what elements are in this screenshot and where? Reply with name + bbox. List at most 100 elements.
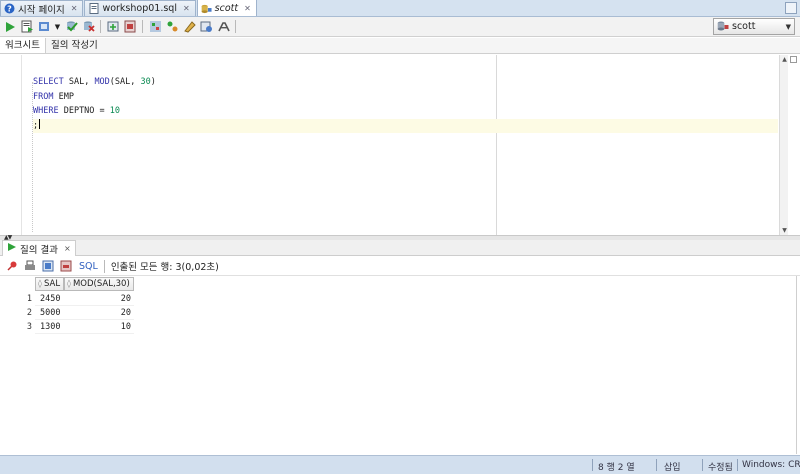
format-sql-icon[interactable] xyxy=(199,20,213,34)
scroll-up-icon[interactable]: ▲ xyxy=(780,55,789,64)
close-icon[interactable]: ✕ xyxy=(71,4,78,13)
sql-keyword: SELECT xyxy=(33,77,64,87)
fetch-status: 인출된 모든 행: 3(0,02초) xyxy=(110,262,219,273)
commit-icon[interactable] xyxy=(64,20,78,34)
grid-header: ◊ SAL ◊ MOD(SAL,30) xyxy=(35,277,134,291)
cell-mod[interactable]: 10 xyxy=(64,320,134,334)
sql-refresh-icon[interactable] xyxy=(59,259,73,273)
code-line[interactable]: FROM EMP xyxy=(33,90,778,105)
status-bar: 8 행 2 열 삽입 수정됨 Windows: CR xyxy=(0,455,800,474)
document-tab-bar: ? 시작 페이지 ✕ workshop01.sql ✕ scott ✕ xyxy=(0,0,800,17)
close-icon[interactable]: ✕ xyxy=(244,4,251,13)
close-icon[interactable]: × xyxy=(64,244,71,253)
cell-sal[interactable]: 1300 xyxy=(35,320,64,334)
rollback-icon[interactable] xyxy=(81,20,95,34)
connection-selector[interactable]: scott ▼ xyxy=(713,18,795,35)
svg-text:?: ? xyxy=(7,4,12,13)
tab-query-result[interactable]: 질의 결과 × xyxy=(2,240,76,256)
help-icon: ? xyxy=(4,3,15,14)
code-line[interactable]: WHERE DEPTNO = 10 xyxy=(33,104,778,119)
status-separator xyxy=(737,459,738,471)
text-caret xyxy=(39,118,41,129)
row-number: 1 xyxy=(26,294,32,304)
row-number: 3 xyxy=(26,322,32,332)
results-tab-bar: 질의 결과 × xyxy=(0,240,800,256)
db-connection-icon xyxy=(717,20,729,34)
scroll-down-icon[interactable]: ▼ xyxy=(780,226,789,235)
find-icon[interactable] xyxy=(216,20,230,34)
tab-scott-label: scott xyxy=(214,2,239,14)
autotrace-icon[interactable] xyxy=(37,20,51,34)
sql-keyword: WHERE xyxy=(33,106,59,116)
tab-workshop01-sql[interactable]: workshop01.sql ✕ xyxy=(84,0,196,16)
editor-vertical-scrollbar[interactable]: ▲ ▼ xyxy=(779,55,788,235)
column-header-label: MOD(SAL,30) xyxy=(72,279,130,289)
modified-indicator: 수정됨 xyxy=(708,463,733,473)
sql-text: DEPTNO = xyxy=(58,106,110,116)
column-header-mod[interactable]: ◊ MOD(SAL,30) xyxy=(64,277,134,291)
pin-icon[interactable] xyxy=(5,259,19,273)
tab-worksheet[interactable]: 워크시트 xyxy=(0,38,46,53)
chevron-down-icon: ▼ xyxy=(785,22,791,31)
explain-plan-icon[interactable] xyxy=(148,20,162,34)
tab-start-page-label: 시작 페이지 xyxy=(18,4,65,16)
sql-text: ) xyxy=(150,77,156,87)
worksheet-subtabs: 워크시트 질의 작성기 xyxy=(0,38,800,54)
editor-gutter xyxy=(2,55,22,235)
editor-side-checkbox[interactable] xyxy=(790,56,797,63)
run-statement-icon[interactable] xyxy=(3,20,17,34)
unshared-sql-icon[interactable] xyxy=(106,20,120,34)
sql-number: 10 xyxy=(109,106,121,116)
sql-editor[interactable]: SELECT SAL, MOD(SAL, 30) FROM EMP WHERE DE… xyxy=(0,55,800,235)
close-icon[interactable]: ✕ xyxy=(183,4,190,13)
query-result-label: 질의 결과 xyxy=(20,244,58,256)
sql-file-icon xyxy=(88,3,99,14)
sql-history-icon[interactable] xyxy=(123,20,137,34)
dropdown-arrow-icon[interactable]: ▼ xyxy=(54,20,61,34)
code-area[interactable]: SELECT SAL, MOD(SAL, 30) FROM EMP WHERE DE… xyxy=(33,75,778,133)
cell-mod[interactable]: 20 xyxy=(64,306,134,320)
refresh-grid-icon[interactable] xyxy=(41,259,55,273)
sql-text: ; xyxy=(33,120,39,131)
sql-text: EMP xyxy=(53,91,74,102)
column-header-sal[interactable]: ◊ SAL xyxy=(35,277,64,291)
sql-text: SAL, xyxy=(63,77,95,87)
cell-sal[interactable]: 2450 xyxy=(35,292,64,306)
status-separator xyxy=(592,459,593,471)
cell-mod[interactable]: 20 xyxy=(64,292,134,306)
toolbar-separator xyxy=(100,20,101,33)
sql-link[interactable]: SQL xyxy=(79,261,98,272)
status-separator xyxy=(702,459,703,471)
sql-function: MOD xyxy=(94,77,110,87)
toolbar-separator xyxy=(142,20,143,33)
code-line[interactable]: ; xyxy=(33,118,778,133)
table-row[interactable]: 1 2450 20 xyxy=(0,292,134,306)
table-row[interactable]: 2 5000 20 xyxy=(0,306,134,320)
tab-start-page[interactable]: ? 시작 페이지 ✕ xyxy=(0,0,84,16)
code-line[interactable]: SELECT SAL, MOD(SAL, 30) xyxy=(33,75,778,90)
tab-query-builder[interactable]: 질의 작성기 xyxy=(46,38,103,53)
sql-developer-window: ? 시작 페이지 ✕ workshop01.sql ✕ scott ✕ ▼ sc… xyxy=(0,0,800,474)
tuning-advisor-icon[interactable] xyxy=(165,20,179,34)
status-separator xyxy=(656,459,657,471)
run-script-icon[interactable] xyxy=(20,20,34,34)
table-row[interactable]: 3 1300 10 xyxy=(0,320,134,334)
result-grid[interactable]: ◊ SAL ◊ MOD(SAL,30) 1 2450 20 2 5000 20 3 1300 1… xyxy=(0,276,797,454)
column-header-label: SAL xyxy=(43,279,61,289)
clear-editor-icon[interactable] xyxy=(182,20,196,34)
worksheet-toolbar: ▼ scott ▼ xyxy=(0,17,800,37)
print-icon[interactable] xyxy=(23,259,37,273)
tab-workshop01-label: workshop01.sql xyxy=(102,3,177,14)
run-result-icon xyxy=(7,242,17,255)
insert-mode: 삽입 xyxy=(664,463,681,473)
toolbar-separator xyxy=(235,20,236,33)
results-toolbar: SQL 인출된 모든 행: 3(0,02초) xyxy=(0,257,800,276)
sort-icon: ◊ xyxy=(67,279,71,288)
line-endings: Windows: CR xyxy=(742,460,800,470)
db-connection-icon xyxy=(201,3,212,14)
connection-name: scott xyxy=(732,21,756,32)
tab-scott[interactable]: scott ✕ xyxy=(196,0,257,16)
cell-sal[interactable]: 5000 xyxy=(35,306,64,320)
restore-window-icon[interactable] xyxy=(785,2,797,14)
cursor-position: 8 행 2 열 xyxy=(598,463,635,473)
